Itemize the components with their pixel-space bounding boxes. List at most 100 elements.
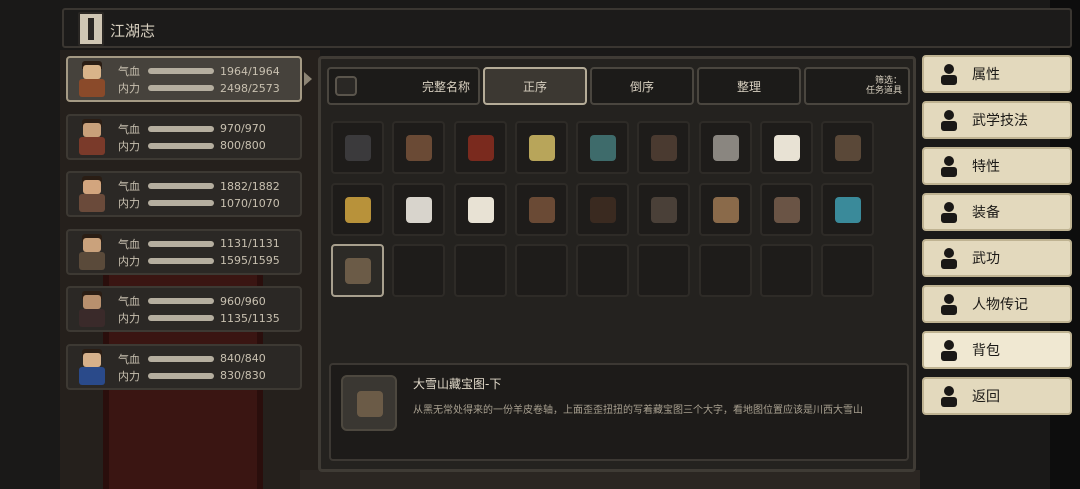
trait-icon <box>938 156 960 178</box>
avatar <box>74 291 110 329</box>
mp-row: 内力 1070/1070 <box>118 196 280 211</box>
hp-value: 1882/1882 <box>220 179 280 193</box>
tan-scroll-icon <box>712 196 739 223</box>
filter-button[interactable]: 筛选： 任务道具 <box>804 67 910 105</box>
party-member[interactable]: 气血 1882/1882 内力 1070/1070 <box>66 171 302 217</box>
item-slot[interactable] <box>392 121 446 174</box>
yellow-paper-icon <box>528 135 555 161</box>
item-slot[interactable] <box>637 121 691 174</box>
party-member[interactable]: 气血 970/970 内力 800/800 <box>66 113 302 160</box>
full-name-toggle[interactable]: 完整名称 <box>327 67 480 105</box>
avatar <box>74 176 110 214</box>
sort-ascending-button[interactable]: 正序 <box>483 67 587 105</box>
empty-slot[interactable] <box>637 244 691 297</box>
sort-descending-button[interactable]: 倒序 <box>590 67 694 105</box>
hp-bar <box>148 355 214 362</box>
item-slot[interactable] <box>760 182 814 236</box>
item-slot[interactable] <box>331 182 384 236</box>
item-slot[interactable] <box>331 121 384 174</box>
item-slot[interactable] <box>760 121 814 174</box>
hp-value: 960/960 <box>220 294 266 308</box>
mp-label: 内力 <box>118 312 140 325</box>
mp-row: 内力 1595/1595 <box>118 254 280 268</box>
hp-row: 气血 1131/1131 <box>118 237 280 251</box>
hp-row: 气血 1964/1964 <box>118 64 280 79</box>
mp-label: 内力 <box>118 369 140 383</box>
organize-button[interactable]: 整理 <box>697 67 801 105</box>
party-member[interactable]: 气血 840/840 内力 830/830 <box>66 343 302 390</box>
dark-cloth-icon <box>651 196 678 223</box>
biography-icon <box>938 294 960 316</box>
hp-label: 气血 <box>118 352 140 366</box>
menu-button[interactable]: 特性 <box>922 147 1072 185</box>
menu-button[interactable]: 背包 <box>922 331 1072 369</box>
item-description-panel: 大雪山藏宝图-下 从黑无常处得来的一份羊皮卷轴，上面歪歪扭扭的写着藏宝图三个大字… <box>329 363 909 461</box>
empty-slot[interactable] <box>698 244 752 297</box>
mp-bar <box>148 142 214 149</box>
bag-icon <box>938 340 960 362</box>
party-member[interactable]: 气血 1131/1131 内力 1595/1595 <box>66 228 302 275</box>
avatar <box>74 233 110 272</box>
item-slot[interactable] <box>698 121 752 174</box>
red-scroll-icon <box>467 135 494 161</box>
empty-slot[interactable] <box>453 244 507 297</box>
item-slot[interactable] <box>821 121 875 174</box>
menu-button[interactable]: 武功 <box>922 239 1072 277</box>
gold-key-icon <box>345 196 371 223</box>
item-slot[interactable] <box>637 182 691 236</box>
item-slot[interactable] <box>453 121 507 174</box>
party-list: 气血 1964/1964 内力 2498/2573 气血 970/970 内力 … <box>66 56 312 401</box>
item-slot[interactable] <box>331 244 384 297</box>
mp-label: 内力 <box>118 139 140 153</box>
scroll-icon <box>78 12 104 46</box>
item-slot[interactable] <box>821 182 875 236</box>
hp-label: 气血 <box>118 180 140 193</box>
treasure-map-scroll-icon <box>345 258 371 284</box>
white-feather-icon <box>406 196 433 223</box>
mp-value: 1135/1135 <box>220 311 280 325</box>
teal-key-icon <box>835 196 862 223</box>
empty-slot[interactable] <box>392 244 446 297</box>
menu-button[interactable]: 人物传记 <box>922 285 1072 323</box>
filter-value: 任务道具 <box>865 86 902 96</box>
skill-icon <box>938 110 960 132</box>
hp-label: 气血 <box>118 237 140 251</box>
party-member[interactable]: 气血 1964/1964 内力 2498/2573 <box>66 56 312 102</box>
item-slot[interactable] <box>576 121 630 174</box>
dark-bundle-icon <box>590 196 617 223</box>
item-slot[interactable] <box>453 182 507 236</box>
teal-jar-icon <box>590 135 617 161</box>
menu-label: 武功 <box>972 251 1000 267</box>
menu-button[interactable]: 属性 <box>922 55 1072 93</box>
item-slot[interactable] <box>514 182 568 236</box>
white-duck-icon <box>774 135 801 161</box>
hp-bar <box>148 298 214 304</box>
party-member[interactable]: 气血 960/960 内力 1135/1135 <box>66 286 302 332</box>
menu-button[interactable]: 武学技法 <box>922 101 1072 139</box>
item-slot[interactable] <box>698 182 752 236</box>
menu-button[interactable]: 返回 <box>922 377 1072 415</box>
item-slot[interactable] <box>576 182 630 236</box>
sword-icon <box>938 202 960 224</box>
hp-value: 1131/1131 <box>220 237 280 250</box>
mp-value: 1595/1595 <box>220 254 280 267</box>
empty-slot[interactable] <box>514 244 568 297</box>
item-slot[interactable] <box>514 121 568 174</box>
mp-label: 内力 <box>118 254 140 268</box>
item-slot[interactable] <box>392 182 446 236</box>
empty-slot[interactable] <box>821 244 875 297</box>
empty-slot[interactable] <box>576 244 630 297</box>
full-name-checkbox[interactable] <box>335 76 357 96</box>
avatar <box>74 348 110 387</box>
hp-label: 气血 <box>118 65 140 78</box>
hp-value: 1964/1964 <box>220 64 280 78</box>
inventory-panel: 完整名称 正序 倒序 整理 筛选： 任务道具 大雪山藏宝图-下 从黑无常处得来的… <box>318 56 916 472</box>
hp-row: 气血 1882/1882 <box>118 179 280 194</box>
side-menu: 属性 武学技法 特性 装备 武功 人物传记 背包 返回 <box>922 55 1072 423</box>
mp-bar <box>148 200 214 206</box>
book-icon <box>938 248 960 270</box>
mp-bar <box>148 315 214 321</box>
mp-bar <box>148 85 214 91</box>
menu-button[interactable]: 装备 <box>922 193 1072 231</box>
empty-slot[interactable] <box>760 244 814 297</box>
